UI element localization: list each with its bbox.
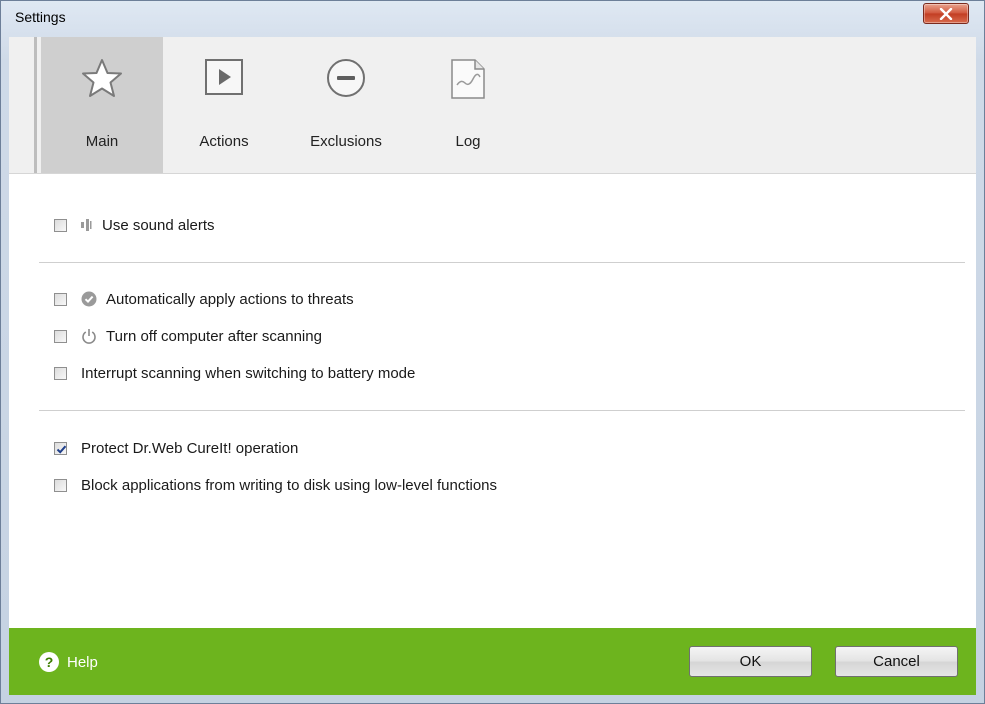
tab-bar-edge	[9, 37, 37, 173]
question-icon: ?	[39, 652, 59, 672]
cancel-button[interactable]: Cancel	[835, 646, 958, 677]
tab-bar: Main Actions Exclusions Log	[9, 37, 976, 174]
power-icon	[82, 329, 96, 344]
close-button[interactable]	[923, 3, 969, 24]
speaker-icon	[81, 219, 92, 231]
divider	[39, 262, 965, 263]
settings-window: Settings Main Actions Exclusions Log Use…	[0, 0, 985, 704]
option-turn-off[interactable]: Turn off computer after scanning	[54, 325, 322, 347]
divider	[39, 410, 965, 411]
tab-log[interactable]: Log	[407, 37, 529, 173]
window-title: Settings	[15, 9, 66, 25]
checkmark-icon	[56, 445, 67, 454]
play-icon	[205, 59, 243, 95]
log-document-icon	[451, 59, 485, 99]
option-auto-apply[interactable]: Automatically apply actions to threats	[54, 288, 354, 310]
turn-off-label: Turn off computer after scanning	[106, 327, 322, 345]
footer-bar: ? Help OK Cancel	[9, 628, 976, 695]
tab-log-label: Log	[455, 133, 481, 150]
ok-button[interactable]: OK	[689, 646, 812, 677]
tab-actions-label: Actions	[199, 133, 249, 150]
option-sound-alerts[interactable]: Use sound alerts	[54, 214, 215, 236]
sound-alerts-checkbox[interactable]	[54, 218, 67, 232]
block-low-level-label: Block applications from writing to disk …	[81, 476, 498, 494]
option-protect[interactable]: Protect Dr.Web CureIt! operation	[54, 437, 298, 459]
sound-alerts-label: Use sound alerts	[102, 216, 215, 234]
auto-apply-checkbox[interactable]	[54, 292, 67, 306]
option-interrupt-battery[interactable]: Interrupt scanning when switching to bat…	[54, 362, 415, 384]
tab-main-label: Main	[85, 133, 119, 150]
check-circle-icon	[81, 291, 97, 307]
protect-label: Protect Dr.Web CureIt! operation	[81, 439, 299, 457]
block-low-level-checkbox[interactable]	[54, 478, 67, 492]
title-bar: Settings	[1, 1, 984, 37]
dialog-content: Main Actions Exclusions Log Use sound al…	[9, 37, 976, 695]
interrupt-battery-label: Interrupt scanning when switching to bat…	[81, 364, 416, 382]
close-icon	[939, 7, 953, 20]
minus-circle-icon	[327, 59, 365, 97]
tab-exclusions[interactable]: Exclusions	[285, 37, 407, 173]
star-icon	[82, 59, 122, 97]
protect-checkbox[interactable]	[54, 441, 67, 455]
tab-main[interactable]: Main	[41, 37, 163, 173]
option-block-low-level[interactable]: Block applications from writing to disk …	[54, 474, 497, 496]
tab-actions[interactable]: Actions	[163, 37, 285, 173]
help-label: Help	[67, 653, 98, 671]
help-link[interactable]: ? Help	[39, 652, 98, 672]
auto-apply-label: Automatically apply actions to threats	[106, 290, 354, 308]
interrupt-battery-checkbox[interactable]	[54, 366, 67, 380]
tab-exclusions-label: Exclusions	[310, 133, 382, 150]
turn-off-checkbox[interactable]	[54, 329, 67, 343]
